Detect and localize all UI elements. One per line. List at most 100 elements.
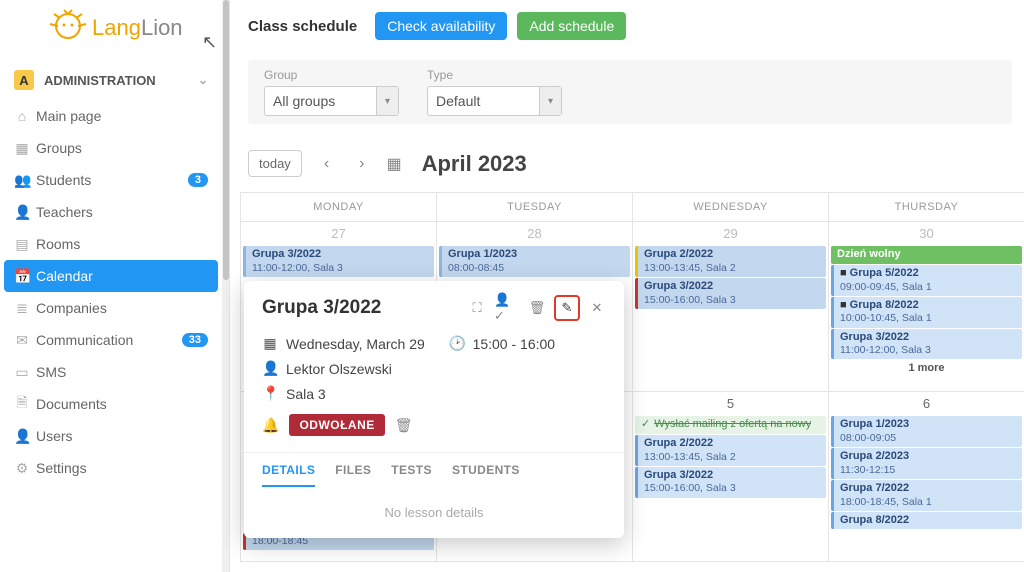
gear-icon: ⚙ (14, 460, 30, 477)
sidebar-item-calendar[interactable]: 📅Calendar (4, 260, 218, 292)
calendar-event[interactable]: ■Grupa 5/202209:00-09:45, Sala 1 (831, 265, 1022, 296)
next-month-button[interactable]: › (351, 151, 372, 177)
sidebar-item-teachers[interactable]: 👤Teachers (0, 196, 222, 228)
calendar-event[interactable]: Grupa 3/202215:00-16:00, Sala 3 (635, 467, 826, 498)
delete-icon[interactable]: 🗑 (524, 295, 550, 321)
day-cell[interactable]: 5 ✓Wysłać mailing z ofertą na nowy Grupa… (632, 392, 828, 562)
calendar-event-holiday[interactable]: Dzień wolny (831, 246, 1022, 264)
sidebar-scrollbar[interactable] (222, 0, 230, 572)
users-icon: 👤 (14, 428, 30, 445)
day-header: WEDNESDAY (632, 193, 828, 221)
page-title: Class schedule (248, 18, 357, 35)
admin-section-header[interactable]: A ADMINISTRATION ⌄ (0, 60, 222, 100)
check-icon: ✓ (641, 418, 650, 432)
sidebar-item-label: Calendar (36, 268, 93, 284)
sidebar-item-groups[interactable]: ▦ Groups (0, 132, 222, 164)
add-schedule-button[interactable]: Add schedule (517, 12, 626, 40)
date-number: 29 (633, 222, 828, 245)
event-title: Grupa 7/2022 (840, 482, 1016, 496)
sidebar-item-label: Companies (36, 300, 107, 316)
calendar-event[interactable]: Grupa 8/2022 (831, 512, 1022, 530)
event-subtitle: 13:00-13:45, Sala 2 (644, 451, 820, 464)
day-header: THURSDAY (828, 193, 1024, 221)
calendar-event[interactable]: Grupa 2/202213:00-13:45, Sala 2 (635, 435, 826, 466)
close-icon[interactable]: ✕ (584, 295, 610, 321)
event-subtitle: 15:00-16:00, Sala 3 (644, 482, 820, 495)
sidebar-item-label: Groups (36, 140, 82, 156)
event-subtitle: 13:00-13:45, Sala 2 (644, 262, 820, 275)
event-title: Grupa 2/2022 (644, 437, 820, 451)
today-button[interactable]: today (248, 150, 302, 177)
sidebar-item-documents[interactable]: 🗎Documents (0, 388, 222, 420)
event-title: Grupa 3/2022 (644, 469, 820, 483)
day-cell[interactable]: 29 Grupa 2/202213:00-13:45, Sala 2 Grupa… (632, 222, 828, 392)
expand-icon[interactable]: ⛶ (464, 295, 490, 321)
calendar-event[interactable]: Grupa 1/202308:00-08:45 (439, 246, 630, 277)
cursor-icon: ↖ (202, 32, 217, 53)
remove-status-icon[interactable]: 🗑 (395, 417, 413, 434)
event-subtitle: 11:00-12:00, Sala 3 (252, 262, 428, 275)
person-icon: 👤 (262, 360, 278, 377)
calendar-task[interactable]: ✓Wysłać mailing z ofertą na nowy (635, 416, 826, 434)
groups-icon: ▦ (14, 140, 30, 157)
camera-icon: ■ (840, 267, 847, 279)
sidebar-item-users[interactable]: 👤 Users (0, 420, 222, 452)
sidebar-item-label: Teachers (36, 204, 93, 220)
sidebar-item-label: Users (36, 428, 73, 444)
type-filter-label: Type (427, 68, 562, 82)
date-number: 27 (241, 222, 436, 245)
type-select[interactable]: Default▾ (427, 86, 562, 116)
sidebar-item-label: SMS (36, 364, 66, 380)
tab-files[interactable]: FILES (335, 463, 371, 487)
event-title: Grupa 8/2022 (850, 299, 919, 311)
more-events-link[interactable]: 1 more (829, 360, 1024, 376)
calendar-event[interactable]: Grupa 1/202308:00-09:05 (831, 416, 1022, 447)
attendance-icon[interactable]: 👤✓ (494, 295, 520, 321)
camera-icon: ■ (840, 299, 847, 311)
popup-teacher: Lektor Olszewski (286, 361, 392, 377)
sidebar-item-companies[interactable]: ≣Companies (0, 292, 222, 324)
day-cell[interactable]: 6 Grupa 1/202308:00-09:05 Grupa 2/202311… (828, 392, 1024, 562)
sidebar-item-settings[interactable]: ⚙ Settings (0, 452, 222, 484)
event-title: Grupa 1/2023 (840, 418, 1016, 432)
group-select[interactable]: All groups▾ (264, 86, 399, 116)
sidebar-item-sms[interactable]: ▭SMS (0, 356, 222, 388)
scrollbar-thumb[interactable] (223, 0, 229, 280)
tab-content-empty: No lesson details (244, 487, 624, 530)
sidebar-item-label: Students (36, 172, 91, 188)
month-title: April 2023 (422, 151, 527, 177)
calendar-event[interactable]: Grupa 3/202215:00-16:00, Sala 3 (635, 278, 826, 309)
lion-icon (48, 8, 88, 48)
edit-icon[interactable]: ✎ (554, 295, 580, 321)
tab-details[interactable]: DETAILS (262, 463, 315, 487)
logo[interactable]: LangLion (48, 8, 183, 48)
sidebar-item-rooms[interactable]: ▤Rooms (0, 228, 222, 260)
chevron-down-icon: ⌄ (198, 73, 208, 87)
event-title: Grupa 3/2022 (840, 331, 1016, 345)
event-title: Grupa 3/2022 (252, 248, 428, 262)
popup-tabs: DETAILS FILES TESTS STUDENTS (244, 452, 624, 487)
event-title: Grupa 2/2023 (840, 450, 1016, 464)
tab-students[interactable]: STUDENTS (452, 463, 520, 487)
event-title: Grupa 3/2022 (644, 280, 820, 294)
calendar-event[interactable]: Grupa 2/202311:30-12:15 (831, 448, 1022, 479)
calendar-event[interactable]: Grupa 3/202211:00-12:00, Sala 3 (831, 329, 1022, 360)
tab-tests[interactable]: TESTS (391, 463, 432, 487)
sidebar-item-students[interactable]: 👥Students3 (0, 164, 222, 196)
calendar-event[interactable]: ■Grupa 8/202210:00-10:45, Sala 1 (831, 297, 1022, 328)
prev-month-button[interactable]: ‹ (316, 151, 337, 177)
day-cell[interactable]: 30 Dzień wolny ■Grupa 5/202209:00-09:45,… (828, 222, 1024, 392)
calendar-picker-icon[interactable]: ▦ (386, 154, 401, 174)
sidebar-item-communication[interactable]: ✉Communication33 (0, 324, 222, 356)
calendar-event[interactable]: Grupa 3/202211:00-12:00, Sala 3 (243, 246, 434, 277)
event-subtitle: 11:30-12:15 (840, 464, 1016, 477)
check-availability-button[interactable]: Check availability (375, 12, 507, 40)
calendar-event[interactable]: Grupa 2/202213:00-13:45, Sala 2 (635, 246, 826, 277)
event-popup: Grupa 3/2022 ⛶ 👤✓ 🗑 ✎ ✕ ▦Wednesday, Marc… (244, 281, 624, 538)
sidebar-item-label: Documents (36, 396, 107, 412)
calendar-event[interactable]: Grupa 7/202218:00-18:45, Sala 1 (831, 480, 1022, 511)
sidebar-item-label: Settings (36, 460, 87, 476)
event-subtitle: 11:00-12:00, Sala 3 (840, 344, 1016, 357)
sidebar-item-main-page[interactable]: ⌂Main page (0, 100, 222, 132)
popup-time: 15:00 - 16:00 (473, 336, 556, 352)
